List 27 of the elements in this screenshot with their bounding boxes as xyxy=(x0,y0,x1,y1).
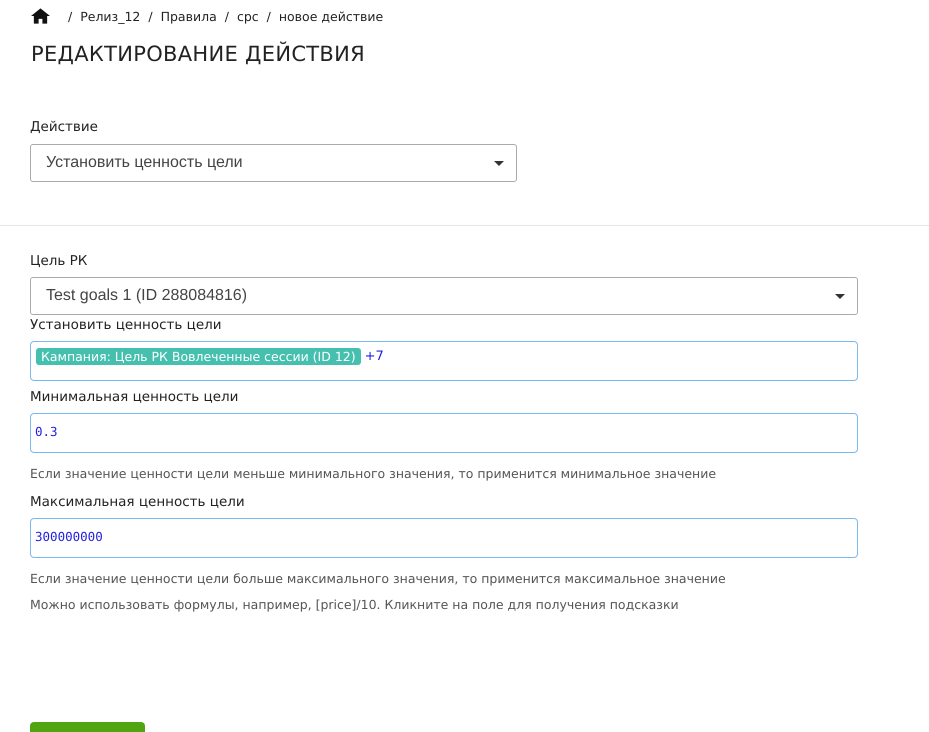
field-label: Установить ценность цели xyxy=(30,317,223,335)
hint-text: Если значение ценности цели меньше минимального значения, то применится минимальное значение xyxy=(30,466,718,481)
tag: Кампания: Цель РК Вовлеченные сессии (ID 12) xyxy=(36,348,361,365)
hint-text: Можно использовать формулы, например, [price]/10. Кликните на поле для получения подсказки xyxy=(30,597,680,612)
caret-icon xyxy=(494,160,504,166)
action-select[interactable]: Установить ценность цели xyxy=(30,144,517,182)
input-field[interactable]: 0.3 xyxy=(30,413,858,453)
breadcrumb-separator: / xyxy=(224,8,229,24)
field-label: Цель РК xyxy=(30,253,88,271)
breadcrumb-link[interactable]: Релиз_12 xyxy=(80,8,140,24)
more-count: +7 xyxy=(364,349,384,364)
hint-text: Если значение ценности цели больше максимального значения, то применится максимальное значение xyxy=(30,571,727,586)
field-label: Минимальная ценность цели xyxy=(30,389,240,407)
breadcrumb-link[interactable]: cpc xyxy=(236,8,259,24)
field-label: Максимальная ценность цели xyxy=(30,494,246,512)
breadcrumb-separator: / xyxy=(266,8,271,24)
goal-select[interactable]: Test goals 1 (ID 288084816) xyxy=(30,277,858,315)
home-icon[interactable] xyxy=(31,8,50,24)
breadcrumb-separator: / xyxy=(148,8,153,24)
breadcrumb-link[interactable]: новое действие xyxy=(278,8,384,24)
caret-icon xyxy=(835,294,845,298)
tags-field[interactable]: Кампания: Цель РК Вовлеченные сессии (ID 12) +7 xyxy=(30,341,858,381)
page-title: РЕДАКТИРОВАНИЕ ДЕЙСТВИЯ xyxy=(31,42,366,68)
breadcrumb-link[interactable]: Правила xyxy=(160,8,217,24)
breadcrumb-separator: / xyxy=(68,8,72,24)
input-field[interactable]: 300000000 xyxy=(30,518,858,558)
field-label: Действие xyxy=(30,119,99,137)
